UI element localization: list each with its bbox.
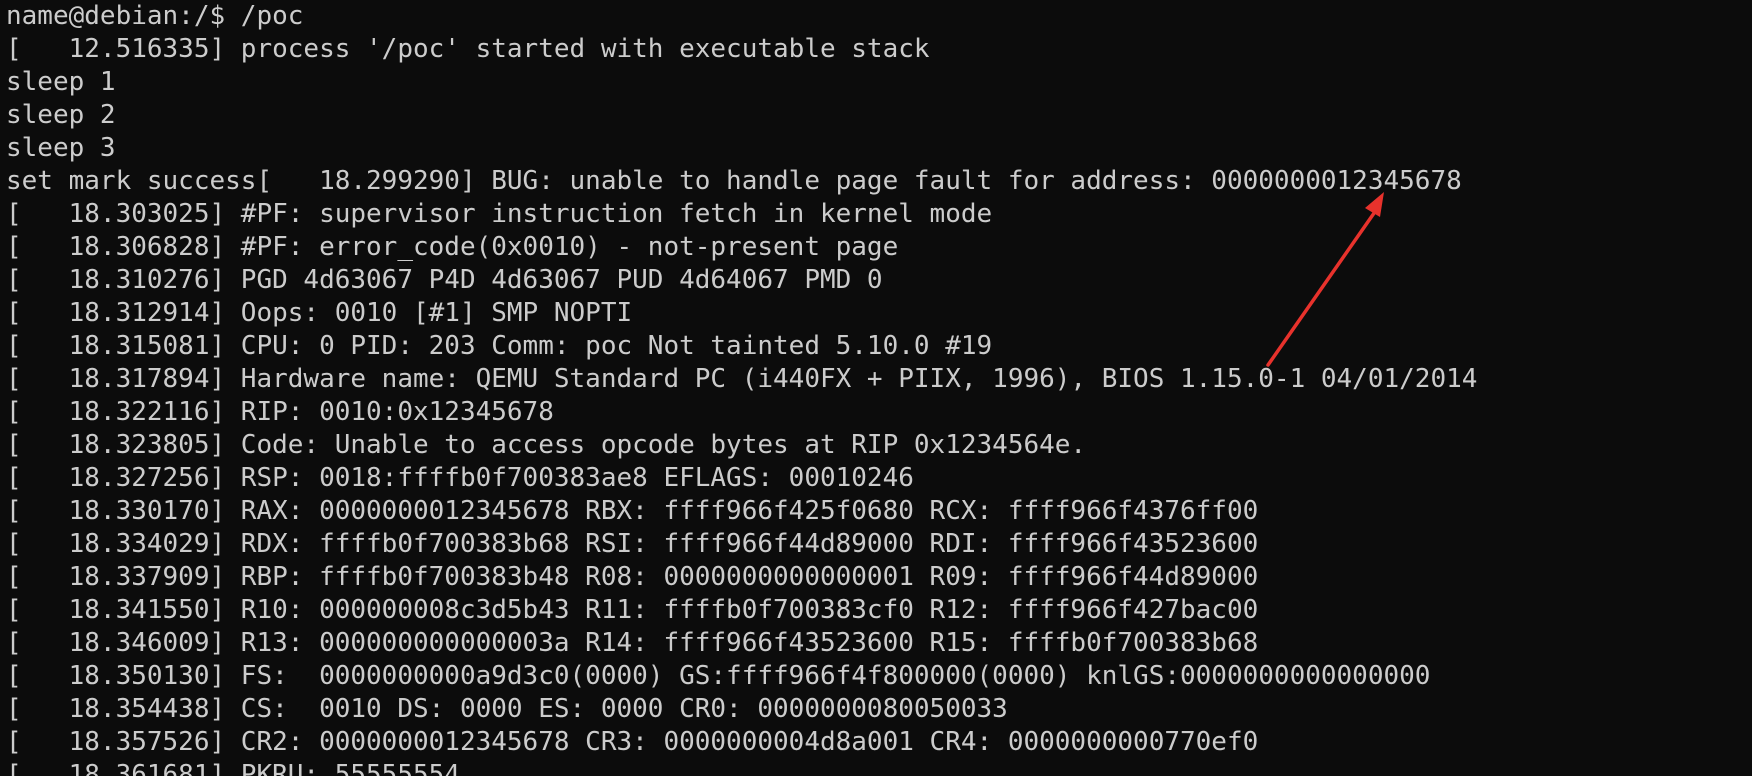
terminal-line: [ 18.361681] PKRU: 55555554 <box>6 760 460 776</box>
terminal-window[interactable]: name@debian:/$ /poc[ 12.516335] process … <box>0 0 1752 776</box>
terminal-line: name@debian:/$ /poc <box>6 1 304 31</box>
terminal-line: sleep 1 <box>6 67 116 97</box>
terminal-line: [ 18.317894] Hardware name: QEMU Standar… <box>6 364 1478 394</box>
terminal-line: [ 18.357526] CR2: 0000000012345678 CR3: … <box>6 727 1259 757</box>
terminal-line: [ 18.334029] RDX: ffffb0f700383b68 RSI: … <box>6 529 1259 559</box>
terminal-line: set mark success[ 18.299290] BUG: unable… <box>6 166 1462 196</box>
terminal-line: [ 18.330170] RAX: 0000000012345678 RBX: … <box>6 496 1259 526</box>
terminal-line: [ 18.310276] PGD 4d63067 P4D 4d63067 PUD… <box>6 265 883 295</box>
terminal-line: [ 18.337909] RBP: ffffb0f700383b48 R08: … <box>6 562 1259 592</box>
terminal-line: sleep 2 <box>6 100 116 130</box>
terminal-line: [ 18.341550] R10: 000000008c3d5b43 R11: … <box>6 595 1259 625</box>
terminal-line: [ 18.327256] RSP: 0018:ffffb0f700383ae8 … <box>6 463 914 493</box>
terminal-output: name@debian:/$ /poc[ 12.516335] process … <box>6 0 1477 776</box>
terminal-line: [ 18.350130] FS: 0000000000a9d3c0(0000) … <box>6 661 1431 691</box>
terminal-line: [ 18.322116] RIP: 0010:0x12345678 <box>6 397 554 427</box>
terminal-line: [ 18.323805] Code: Unable to access opco… <box>6 430 1087 460</box>
terminal-line: [ 18.306828] #PF: error_code(0x0010) - n… <box>6 232 899 262</box>
terminal-line: [ 18.354438] CS: 0010 DS: 0000 ES: 0000 … <box>6 694 1008 724</box>
terminal-line: sleep 3 <box>6 133 116 163</box>
terminal-line: [ 18.315081] CPU: 0 PID: 203 Comm: poc N… <box>6 331 993 361</box>
terminal-line: [ 12.516335] process '/poc' started with… <box>6 34 930 64</box>
terminal-line: [ 18.312914] Oops: 0010 [#1] SMP NOPTI <box>6 298 633 328</box>
terminal-line: [ 18.303025] #PF: supervisor instruction… <box>6 199 993 229</box>
terminal-line: [ 18.346009] R13: 000000000000003a R14: … <box>6 628 1259 658</box>
